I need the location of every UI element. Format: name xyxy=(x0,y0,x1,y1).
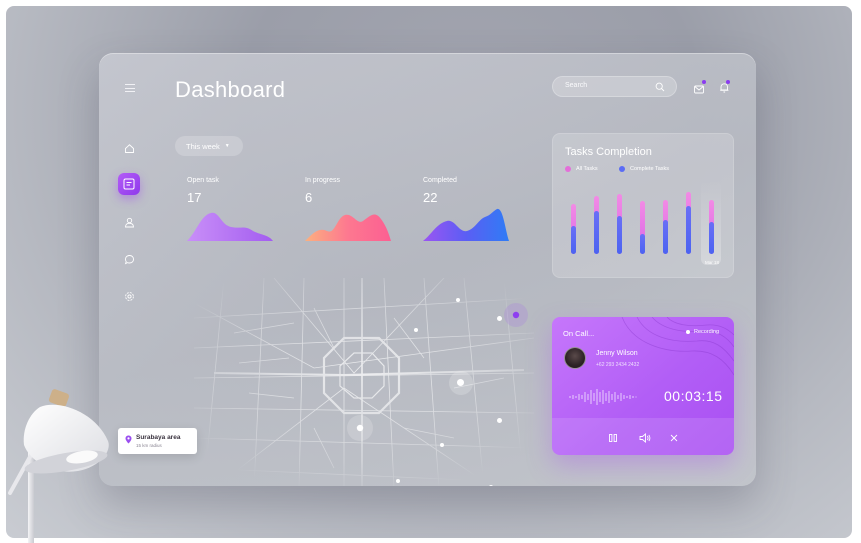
bar-group-4 xyxy=(640,201,645,254)
open-task-wave-chart xyxy=(187,212,273,241)
pause-icon[interactable] xyxy=(608,430,618,448)
bell-icon[interactable] xyxy=(719,80,730,98)
bar-group-6 xyxy=(686,192,691,254)
volume-icon[interactable] xyxy=(639,430,651,448)
avatar xyxy=(564,347,586,369)
map-marker[interactable] xyxy=(497,316,502,321)
audio-waveform xyxy=(569,389,637,405)
chat-icon[interactable] xyxy=(124,252,135,270)
stat-label: Completed xyxy=(423,177,457,184)
bar-group-7 xyxy=(709,200,714,254)
search-input[interactable]: Search xyxy=(552,76,677,97)
bar-group-2 xyxy=(594,196,599,254)
search-icon[interactable] xyxy=(655,82,665,92)
dashboard-panel: Dashboard Search This week ▼ Open task 1… xyxy=(99,53,756,486)
call-status: On Call... xyxy=(563,329,595,338)
caller-phone: +62 293 2434 2432 xyxy=(596,362,640,368)
menu-icon[interactable] xyxy=(125,84,135,92)
map-location-tag[interactable]: Surabaya area 15 km radius xyxy=(118,428,197,454)
location-name: Surabaya area xyxy=(136,434,181,441)
mail-icon[interactable] xyxy=(694,80,706,99)
tasks-completion-card: Tasks Completion All Tasks Complete Task… xyxy=(552,133,734,278)
search-placeholder: Search xyxy=(565,82,588,89)
caller-name: Jenny Wilson xyxy=(596,350,638,357)
home-icon[interactable] xyxy=(124,141,135,159)
stat-open-task: Open task 17 xyxy=(187,177,273,241)
call-timer: 00:03:15 xyxy=(664,388,723,404)
location-radius: 15 km radius xyxy=(136,443,162,448)
close-icon[interactable] xyxy=(669,430,679,448)
recording-indicator: Recording xyxy=(686,329,719,335)
map-marker-active xyxy=(512,311,520,319)
map-marker[interactable] xyxy=(497,418,502,423)
desk-lamp-image xyxy=(8,389,109,543)
chart-date-label: Mar 18 xyxy=(705,260,720,265)
completed-wave-chart xyxy=(423,208,509,241)
map-marker[interactable] xyxy=(457,379,464,386)
bell-badge xyxy=(726,80,730,84)
document-icon xyxy=(123,178,135,190)
call-controls xyxy=(552,418,734,455)
stat-in-progress: In progress 6 xyxy=(305,177,391,241)
city-map[interactable] xyxy=(194,278,534,486)
chevron-down-icon: ▼ xyxy=(224,143,230,149)
sidebar-item-documents[interactable] xyxy=(118,173,140,195)
stat-label: Open task xyxy=(187,177,219,184)
user-icon[interactable] xyxy=(124,215,135,233)
settings-icon[interactable] xyxy=(124,289,135,307)
in-progress-wave-chart xyxy=(305,214,391,241)
bar-group-1 xyxy=(571,204,576,254)
bar-group-5 xyxy=(663,200,668,254)
call-card: On Call... Recording Jenny Wilson +62 29… xyxy=(552,317,734,455)
mail-badge xyxy=(702,80,706,84)
stat-value: 6 xyxy=(305,190,313,205)
stat-value: 22 xyxy=(423,190,438,205)
stat-label: In progress xyxy=(305,177,341,184)
stat-value: 17 xyxy=(187,190,202,205)
page-title: Dashboard xyxy=(175,77,286,102)
bar-group-3 xyxy=(617,194,622,254)
stat-completed: Completed 22 xyxy=(423,177,509,241)
week-filter-dropdown[interactable]: This week ▼ xyxy=(175,136,243,156)
location-pin-icon xyxy=(125,435,132,444)
tasks-bar-chart xyxy=(571,192,714,254)
week-filter-label: This week xyxy=(186,141,220,151)
